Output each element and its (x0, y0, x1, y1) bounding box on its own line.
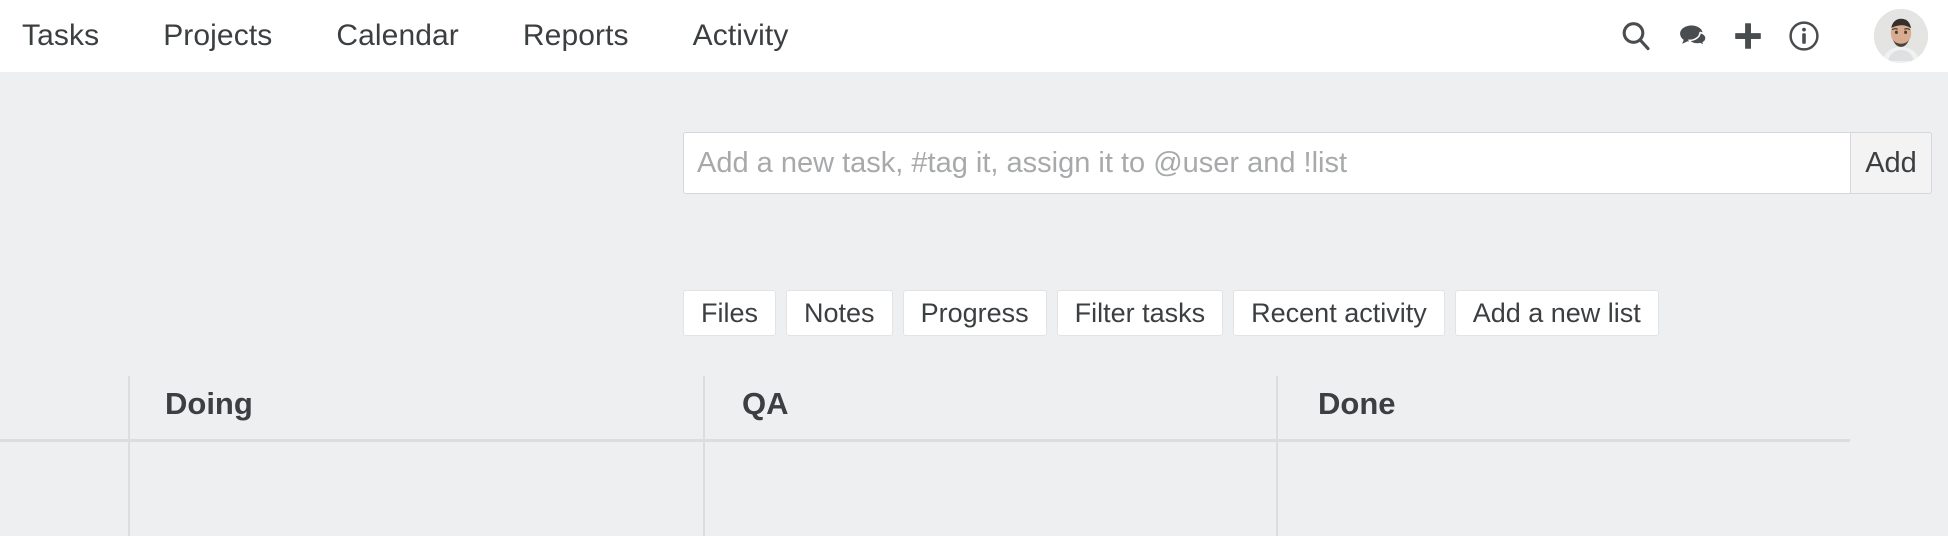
add-task-row: Add (683, 132, 1932, 194)
column-title-doing: Doing (165, 386, 253, 421)
column-dropzone-qa[interactable] (705, 442, 1274, 536)
filter-tasks-button[interactable]: Filter tasks (1056, 290, 1224, 336)
top-navigation-bar: Tasks Projects Calendar Reports Activity (0, 0, 1948, 72)
column-dropzone-done[interactable] (1278, 442, 1948, 536)
nav-link-tasks[interactable]: Tasks (18, 21, 131, 51)
progress-button[interactable]: Progress (902, 290, 1047, 336)
add-task-button[interactable]: Add (1850, 132, 1932, 194)
nav-actions (1608, 8, 1930, 64)
new-task-input[interactable] (683, 132, 1850, 194)
column-title-qa: QA (742, 386, 789, 421)
files-button[interactable]: Files (683, 290, 777, 336)
chat-bubbles-icon[interactable] (1664, 8, 1720, 64)
main-content-area: Add Files Notes Progress Filter tasks Re… (0, 72, 1948, 536)
nav-link-calendar[interactable]: Calendar (304, 21, 491, 51)
notes-button[interactable]: Notes (786, 290, 893, 336)
plus-icon[interactable] (1720, 8, 1776, 64)
nav-link-reports[interactable]: Reports (491, 21, 661, 51)
column-dropzone-doing[interactable] (130, 442, 701, 536)
board-toolbar: Files Notes Progress Filter tasks Recent… (683, 290, 1932, 336)
add-a-new-list-button[interactable]: Add a new list (1454, 290, 1659, 336)
recent-activity-button[interactable]: Recent activity (1233, 290, 1445, 336)
info-circle-icon[interactable] (1776, 8, 1832, 64)
user-avatar[interactable] (1874, 9, 1928, 63)
board-column-headers: Doing QA Done (0, 368, 1948, 536)
nav-link-activity[interactable]: Activity (661, 21, 821, 51)
primary-nav-links: Tasks Projects Calendar Reports Activity (18, 21, 820, 51)
search-icon[interactable] (1608, 8, 1664, 64)
board-columns-body (0, 442, 1948, 536)
column-title-done: Done (1318, 386, 1396, 421)
task-board: Doing QA Done (0, 368, 1948, 536)
nav-link-projects[interactable]: Projects (131, 21, 304, 51)
